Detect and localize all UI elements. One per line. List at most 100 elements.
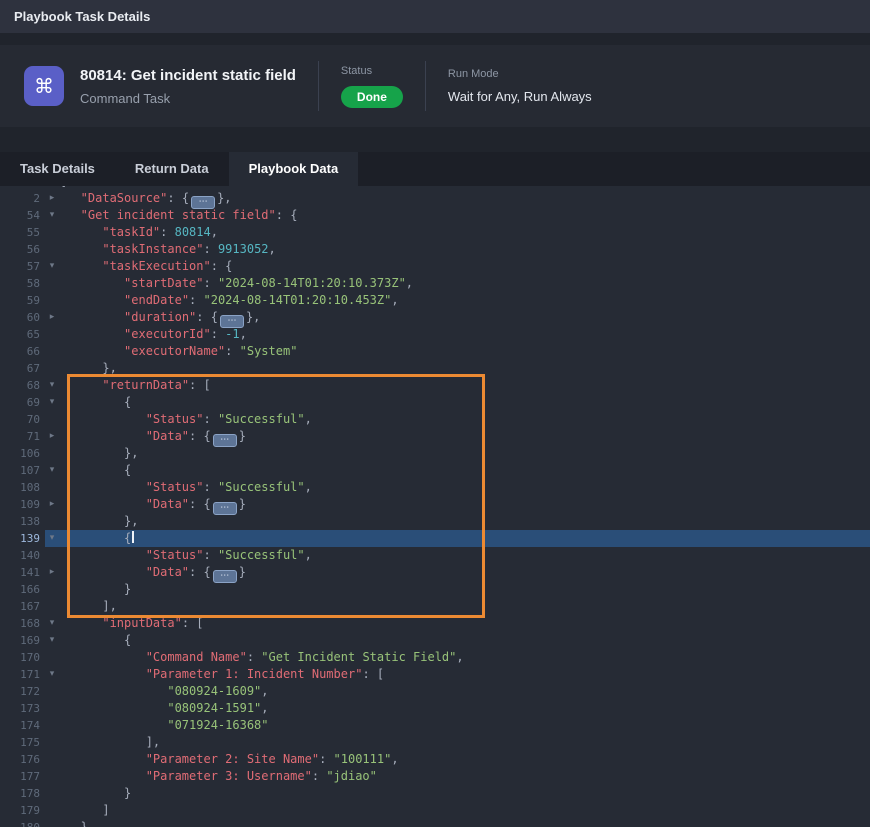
fold-spacer xyxy=(45,343,59,360)
tab-task-details[interactable]: Task Details xyxy=(0,152,115,186)
code-line-68[interactable]: 68▾"returnData": [ xyxy=(0,377,870,394)
code-line-175[interactable]: 175], xyxy=(0,734,870,751)
code-content: ], xyxy=(59,734,160,751)
vertical-divider xyxy=(318,61,319,111)
fold-open-icon[interactable]: ▾ xyxy=(45,462,59,479)
line-number: 169 xyxy=(0,632,45,649)
code-line-179[interactable]: 179] xyxy=(0,802,870,819)
fold-open-icon[interactable]: ▾ xyxy=(45,615,59,632)
code-content: "Parameter 1: Incident Number": [ xyxy=(59,666,384,683)
code-line-107[interactable]: 107▾{ xyxy=(0,462,870,479)
fold-spacer xyxy=(45,411,59,428)
code-content: { xyxy=(59,394,131,411)
line-number: 172 xyxy=(0,683,45,700)
code-line-56[interactable]: 56"taskInstance": 9913052, xyxy=(0,241,870,258)
fold-spacer xyxy=(45,275,59,292)
tab-return-data[interactable]: Return Data xyxy=(115,152,229,186)
code-line-71[interactable]: 71▸"Data": {⋯} xyxy=(0,428,870,445)
fold-open-icon[interactable]: ▾ xyxy=(45,377,59,394)
fold-closed-icon[interactable]: ▸ xyxy=(45,496,59,513)
run-mode-section: Run Mode Wait for Any, Run Always xyxy=(448,68,592,104)
code-line-172[interactable]: 172 "080924-1609", xyxy=(0,683,870,700)
fold-closed-icon[interactable]: ▸ xyxy=(45,309,59,326)
task-summary-header: ⌘ 80814: Get incident static field Comma… xyxy=(0,45,870,127)
tab-playbook-data[interactable]: Playbook Data xyxy=(229,152,359,186)
code-line-55[interactable]: 55"taskId": 80814, xyxy=(0,224,870,241)
line-number: 109 xyxy=(0,496,45,513)
code-content: }, xyxy=(59,360,117,377)
fold-closed-icon[interactable]: ▸ xyxy=(45,428,59,445)
code-line-177[interactable]: 177"Parameter 3: Username": "jdiao" xyxy=(0,768,870,785)
json-editor[interactable]: 1{2▸"DataSource": {⋯},54▾"Get incident s… xyxy=(0,186,870,827)
code-line-139[interactable]: 139▾{ xyxy=(0,530,870,547)
code-line-166[interactable]: 166} xyxy=(0,581,870,598)
code-line-66[interactable]: 66"executorName": "System" xyxy=(0,343,870,360)
code-line-2[interactable]: 2▸"DataSource": {⋯}, xyxy=(0,190,870,207)
fold-spacer xyxy=(45,734,59,751)
code-line-108[interactable]: 108"Status": "Successful", xyxy=(0,479,870,496)
fold-closed-icon[interactable]: ▸ xyxy=(45,564,59,581)
fold-open-icon[interactable]: ▾ xyxy=(45,530,59,547)
fold-spacer xyxy=(45,241,59,258)
line-number: 59 xyxy=(0,292,45,309)
code-line-171[interactable]: 171▾"Parameter 1: Incident Number": [ xyxy=(0,666,870,683)
code-line-170[interactable]: 170"Command Name": "Get Incident Static … xyxy=(0,649,870,666)
code-line-54[interactable]: 54▾"Get incident static field": { xyxy=(0,207,870,224)
code-line-180[interactable]: 180} xyxy=(0,819,870,827)
code-line-176[interactable]: 176 "Parameter 2: Site Name": "100111", xyxy=(0,751,870,768)
fold-spacer xyxy=(45,785,59,802)
code-line-168[interactable]: 168▾"inputData": [ xyxy=(0,615,870,632)
line-number: 166 xyxy=(0,581,45,598)
code-line-169[interactable]: 169▾{ xyxy=(0,632,870,649)
code-line-60[interactable]: 60▸"duration": {⋯}, xyxy=(0,309,870,326)
line-number: 65 xyxy=(0,326,45,343)
line-number: 106 xyxy=(0,445,45,462)
code-content: "duration": {⋯}, xyxy=(59,309,260,326)
code-line-138[interactable]: 138}, xyxy=(0,513,870,530)
code-content: "Parameter 2: Site Name": "100111", xyxy=(59,751,399,768)
code-content: "080924-1609", xyxy=(59,683,269,700)
code-line-174[interactable]: 174"071924-16368" xyxy=(0,717,870,734)
topbar: Playbook Task Details xyxy=(0,0,870,33)
fold-open-icon[interactable]: ▾ xyxy=(45,666,59,683)
code-content: "071924-16368" xyxy=(59,717,269,734)
code-line-178[interactable]: 178} xyxy=(0,785,870,802)
line-number: 107 xyxy=(0,462,45,479)
code-content: "executorId": -1, xyxy=(59,326,247,343)
command-task-icon: ⌘ xyxy=(24,66,64,106)
code-line-58[interactable]: 58"startDate": "2024-08-14T01:20:10.373Z… xyxy=(0,275,870,292)
code-line-109[interactable]: 109▸"Data": {⋯} xyxy=(0,496,870,513)
code-content: "taskId": 80814, xyxy=(59,224,218,241)
code-content: } xyxy=(59,581,131,598)
status-badge: Done xyxy=(341,86,403,108)
fold-spacer xyxy=(45,717,59,734)
code-line-140[interactable]: 140"Status": "Successful", xyxy=(0,547,870,564)
fold-open-icon[interactable]: ▾ xyxy=(45,258,59,275)
code-line-67[interactable]: 67}, xyxy=(0,360,870,377)
line-number: 176 xyxy=(0,751,45,768)
code-line-59[interactable]: 59 "endDate": "2024-08-14T01:20:10.453Z", xyxy=(0,292,870,309)
fold-open-icon[interactable]: ▾ xyxy=(45,632,59,649)
code-line-65[interactable]: 65 "executorId": -1, xyxy=(0,326,870,343)
line-number: 71 xyxy=(0,428,45,445)
fold-spacer xyxy=(45,683,59,700)
line-number: 54 xyxy=(0,207,45,224)
code-line-69[interactable]: 69▾{ xyxy=(0,394,870,411)
line-number: 57 xyxy=(0,258,45,275)
code-content: "endDate": "2024-08-14T01:20:10.453Z", xyxy=(59,292,399,309)
line-number: 138 xyxy=(0,513,45,530)
code-line-167[interactable]: 167], xyxy=(0,598,870,615)
text-cursor xyxy=(132,531,134,543)
code-line-173[interactable]: 173"080924-1591", xyxy=(0,700,870,717)
code-line-70[interactable]: 70"Status": "Successful", xyxy=(0,411,870,428)
code-line-106[interactable]: 106}, xyxy=(0,445,870,462)
code-line-141[interactable]: 141▸"Data": {⋯} xyxy=(0,564,870,581)
fold-spacer xyxy=(45,479,59,496)
code-line-57[interactable]: 57▾"taskExecution": { xyxy=(0,258,870,275)
code-content: "executorName": "System" xyxy=(59,343,297,360)
fold-open-icon[interactable]: ▾ xyxy=(45,207,59,224)
code-content: "Status": "Successful", xyxy=(59,547,312,564)
fold-closed-icon[interactable]: ▸ xyxy=(45,190,59,207)
code-content: "Data": {⋯} xyxy=(59,564,246,581)
fold-open-icon[interactable]: ▾ xyxy=(45,394,59,411)
